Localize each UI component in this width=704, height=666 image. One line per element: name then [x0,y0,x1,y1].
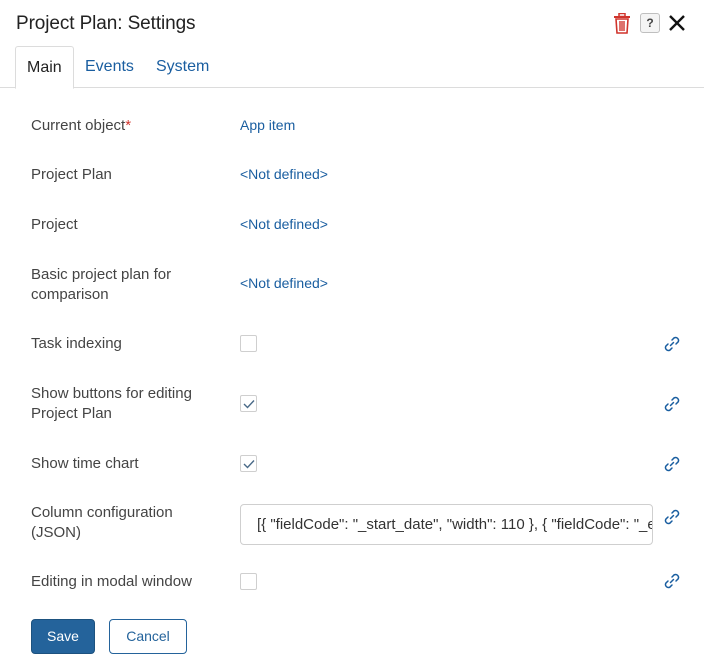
link-icon[interactable] [662,507,682,527]
help-icon-glyph: ? [646,16,654,30]
link-icon[interactable] [662,334,682,354]
tab-system[interactable]: System [156,46,209,88]
editing-modal-label: Editing in modal window [31,573,192,590]
editing-modal-checkbox[interactable] [240,573,257,590]
project-label: Project [31,216,78,233]
project-plan-label: Project Plan [31,166,112,183]
tab-events[interactable]: Events [85,46,134,88]
task-indexing-checkbox[interactable] [240,335,257,352]
dialog-header: Project Plan: Settings ? [0,0,704,48]
show-time-chart-label: Show time chart [31,455,139,472]
project-plan-value[interactable]: <Not defined> [240,164,328,184]
link-icon[interactable] [662,454,682,474]
task-indexing-label: Task indexing [31,335,122,352]
basic-plan-value[interactable]: <Not defined> [240,273,328,293]
link-icon[interactable] [662,571,682,591]
page-title: Project Plan: Settings [16,13,196,34]
project-value[interactable]: <Not defined> [240,214,328,234]
check-icon [243,400,255,409]
save-button[interactable]: Save [31,619,95,654]
show-buttons-checkbox[interactable] [240,395,257,412]
required-mark: * [125,117,132,134]
trash-icon[interactable] [612,12,632,34]
current-object-value[interactable]: App item [240,115,295,135]
cancel-button[interactable]: Cancel [109,619,187,654]
show-time-chart-checkbox[interactable] [240,455,257,472]
column-config-input[interactable]: [{ "fieldCode": "_start_date", "width": … [240,504,653,545]
basic-plan-label: Basic project plan for comparison [31,266,172,303]
header-actions: ? [612,12,688,34]
show-buttons-label: Show buttons for editing Project Plan [31,385,192,422]
tab-main[interactable]: Main [15,46,74,89]
help-icon[interactable]: ? [640,13,660,33]
column-config-label: Column configuration (JSON) [31,504,173,541]
tab-bar: Main Events System [0,46,704,89]
link-icon[interactable] [662,394,682,414]
current-object-label-text: Current object [31,117,126,134]
current-object-label: Current object* [31,116,221,136]
check-icon [243,460,255,469]
close-icon[interactable] [666,12,688,34]
